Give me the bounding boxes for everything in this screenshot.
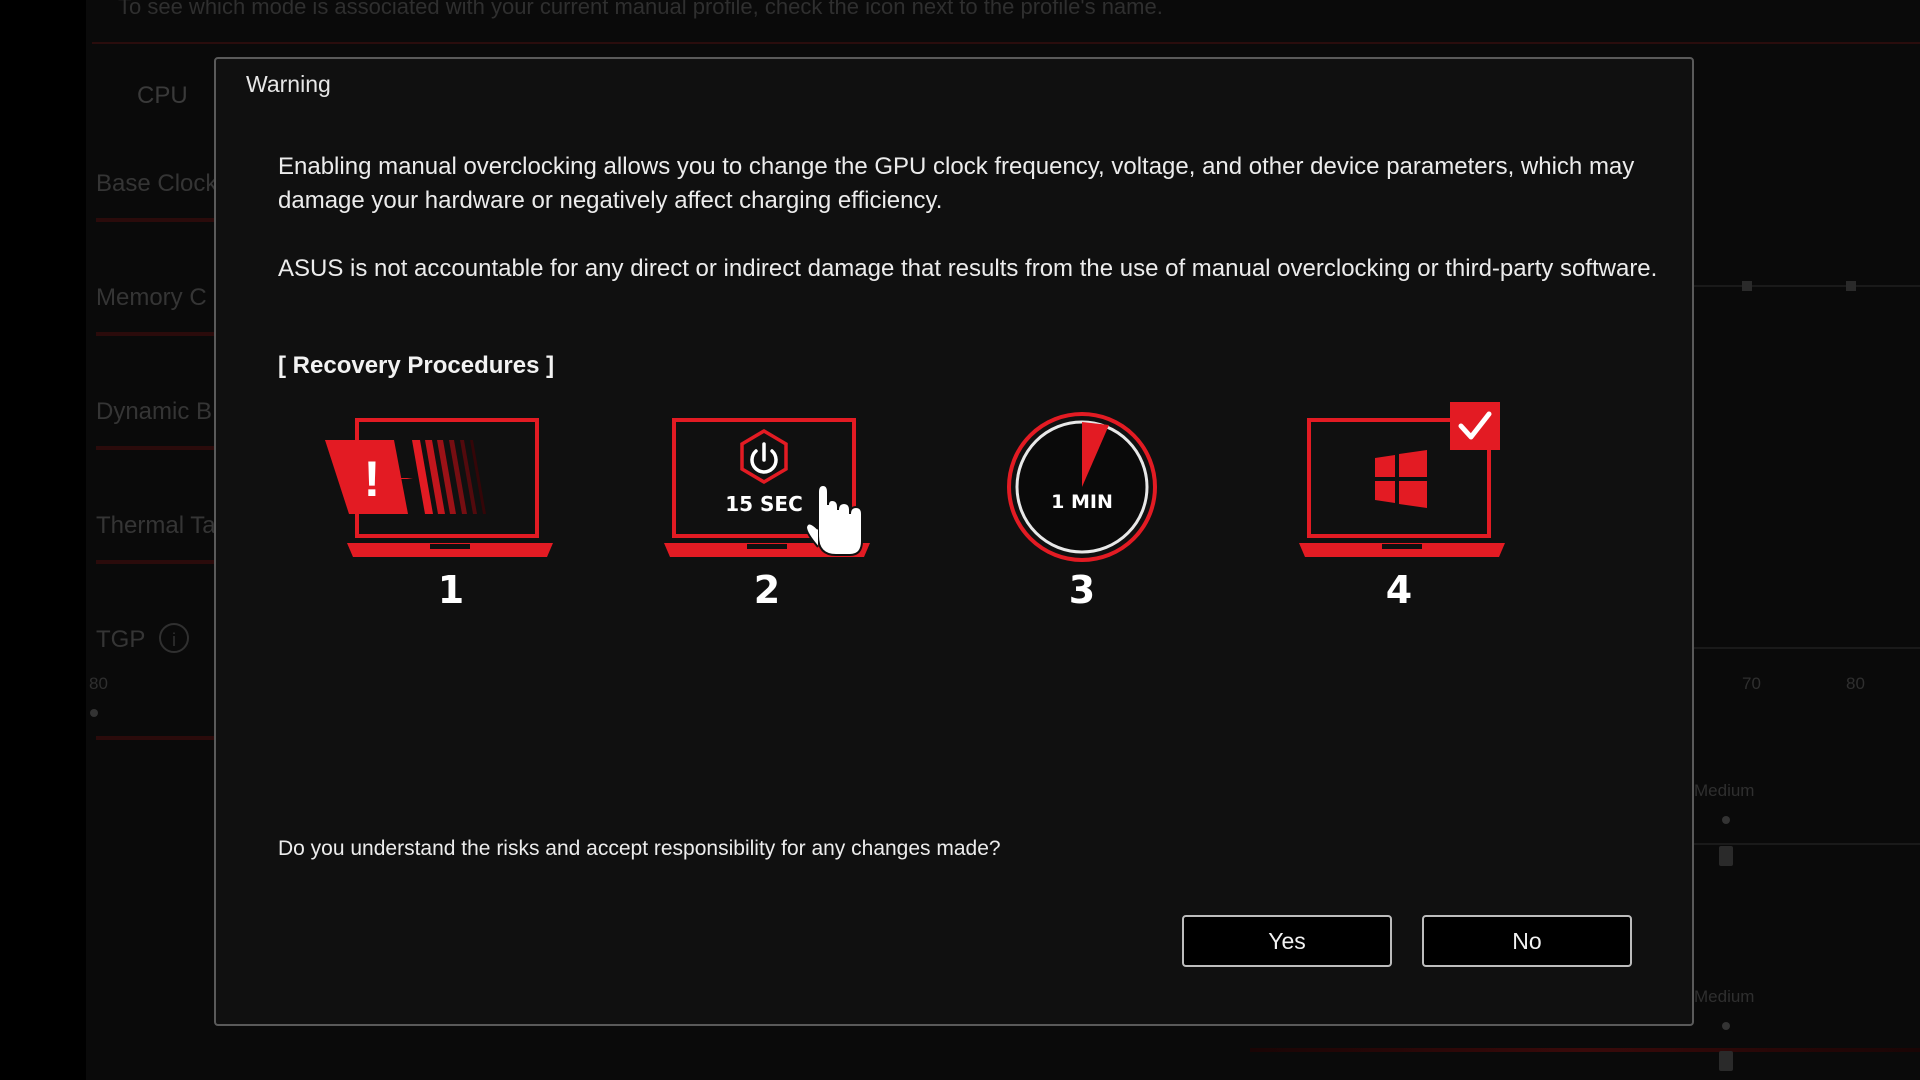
background-hint-text: To see which mode is associated with you…: [118, 0, 1163, 19]
background-label-thermal: Thermal Ta: [96, 512, 216, 539]
background-marker: [1846, 281, 1856, 291]
background-divider: [92, 42, 1920, 44]
step-number-3: 3: [1069, 568, 1095, 612]
background-tick-right: 80: [1846, 674, 1865, 693]
screen: To see which mode is associated with you…: [0, 0, 1920, 1080]
laptop-windows-check-icon: [1299, 402, 1505, 557]
background-slider-dot: [1722, 816, 1730, 824]
background-label-dynamic: Dynamic B: [96, 398, 213, 425]
background-gridline: [1694, 285, 1920, 287]
background-label-memory: Memory C: [96, 284, 207, 311]
background-tick-left: 80: [89, 674, 108, 693]
background-label-tgp: TGP: [96, 626, 146, 653]
confirmation-question: Do you understand the risks and accept r…: [278, 837, 1001, 860]
background-underline: [96, 332, 216, 336]
step-number-2: 2: [754, 568, 780, 612]
step-number-4: 4: [1386, 568, 1412, 612]
laptop-power-button-icon: 15 SEC: [664, 418, 870, 557]
background-red-track: [1250, 1048, 1920, 1052]
background-underline: [96, 446, 216, 450]
step-3-caption: 1 MIN: [1051, 491, 1113, 513]
background-marker: [1742, 281, 1752, 291]
background-label-base-clock: Base Clock: [96, 170, 218, 197]
yes-button[interactable]: Yes: [1182, 915, 1392, 967]
background-tick-right: 70: [1742, 674, 1761, 693]
svg-text:!: !: [364, 451, 381, 507]
background-slider-dot: [90, 709, 98, 717]
tab-cpu[interactable]: CPU: [137, 82, 188, 110]
recovery-steps: ! 1 15 SEC 2 1 MIN 3 4: [325, 402, 1505, 612]
no-button[interactable]: No: [1422, 915, 1632, 967]
background-slider-handle[interactable]: [1719, 846, 1733, 866]
background-medium-label: Medium: [1694, 987, 1755, 1006]
background-underline: [96, 736, 216, 740]
step-2-caption: 15 SEC: [725, 492, 803, 516]
info-icon[interactable]: i: [159, 623, 189, 653]
background-underline: [96, 560, 216, 564]
background-gridline: [1694, 647, 1920, 649]
background-slider-dot: [1722, 1022, 1730, 1030]
background-medium-label: Medium: [1694, 781, 1755, 800]
timer-icon: 1 MIN: [1007, 412, 1157, 562]
laptop-warning-icon: !: [325, 418, 553, 557]
background-underline: [96, 218, 216, 222]
warning-dialog: Warning Enabling manual overclocking all…: [214, 57, 1694, 1026]
background-slider-track: [1694, 843, 1920, 845]
step-number-1: 1: [438, 568, 464, 612]
background-slider-handle[interactable]: [1719, 1051, 1733, 1071]
